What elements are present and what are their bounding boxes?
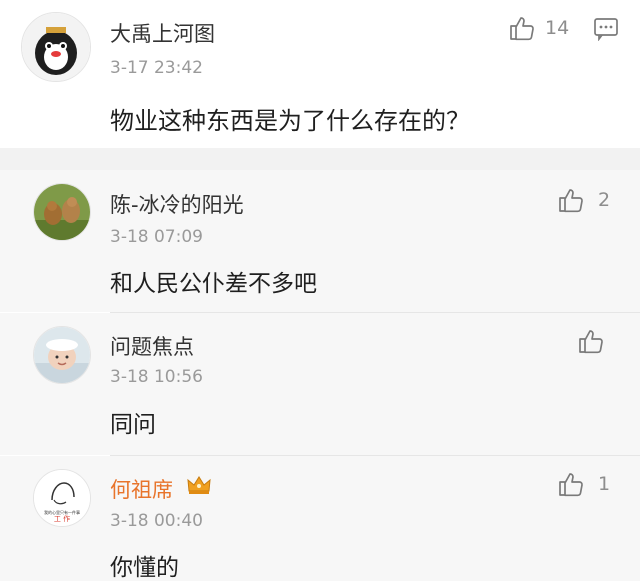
username[interactable]: 何祖席 [110, 474, 173, 504]
thumbs-up-icon[interactable] [557, 470, 585, 498]
like-count: 14 [545, 17, 570, 39]
like-count: 2 [598, 189, 611, 211]
main-post: 大禹上河图 3-17 23:42 物业这种东西是为了什么存在的？ 14 [0, 0, 640, 148]
timestamp: 3-18 10:56 [110, 367, 203, 387]
svg-text:工 作: 工 作 [54, 514, 70, 523]
reply-item: 陈-冰冷的阳光 3-18 07:09 和人民公仆差不多吧 2 [0, 170, 640, 312]
reply-item: 我的心里只有一件事 工 作 何祖席 3-18 00:40 你懂的 1 [0, 456, 640, 581]
thumbs-up-icon[interactable] [508, 14, 536, 42]
thumbs-up-icon[interactable] [577, 327, 605, 355]
username[interactable]: 陈-冰冷的阳光 [110, 189, 244, 219]
comment-icon[interactable] [593, 17, 619, 41]
thumbs-up-icon[interactable] [557, 186, 585, 214]
like-count: 1 [598, 473, 611, 495]
work-meme-avatar-icon: 我的心里只有一件事 工 作 [34, 470, 90, 526]
reply-content: 同问 [110, 412, 156, 438]
username[interactable]: 大禹上河图 [110, 18, 215, 48]
reply-item: 问题焦点 3-18 10:56 同问 [0, 313, 640, 455]
separator [0, 148, 640, 170]
avatar[interactable] [21, 12, 91, 82]
timestamp: 3-18 00:40 [110, 511, 203, 531]
reply-content: 和人民公仆差不多吧 [110, 271, 317, 297]
avatar[interactable]: 我的心里只有一件事 工 作 [33, 469, 91, 527]
timestamp: 3-18 07:09 [110, 227, 203, 247]
username[interactable]: 问题焦点 [110, 331, 194, 361]
post-content: 物业这种东西是为了什么存在的？ [110, 107, 470, 135]
baby-avatar-icon [34, 327, 90, 383]
avatar[interactable] [33, 326, 91, 384]
penguin-avatar-icon [22, 13, 90, 81]
reply-content: 你懂的 [110, 555, 179, 581]
avatar[interactable] [33, 183, 91, 241]
timestamp: 3-17 23:42 [110, 58, 203, 78]
squirrels-avatar-icon [34, 184, 90, 240]
crown-icon [186, 473, 212, 497]
